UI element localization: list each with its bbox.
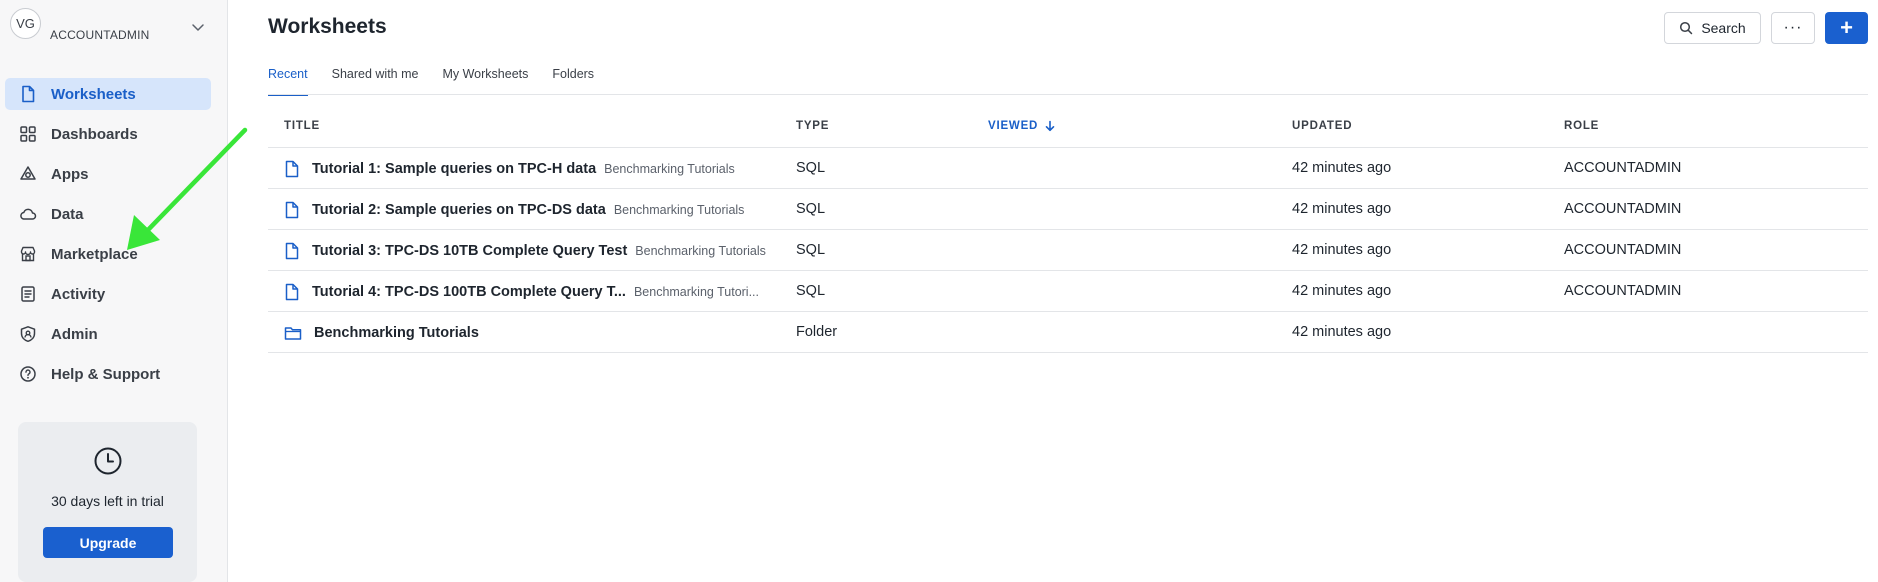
table-row[interactable]: Benchmarking Tutorials Folder 42 minutes… bbox=[268, 312, 1868, 353]
column-header-viewed[interactable]: VIEWED bbox=[988, 120, 1056, 132]
search-button-label: Search bbox=[1701, 20, 1746, 36]
column-header-updated[interactable]: UPDATED bbox=[1292, 120, 1352, 132]
column-header-type[interactable]: TYPE bbox=[796, 120, 829, 132]
sidebar-item-marketplace[interactable]: Marketplace bbox=[5, 238, 211, 270]
activity-icon bbox=[19, 285, 37, 303]
updated-cell: 42 minutes ago bbox=[1292, 160, 1392, 176]
role-cell: ACCOUNTADMIN bbox=[1564, 242, 1682, 258]
more-options-button[interactable]: ··· bbox=[1771, 12, 1815, 44]
type-cell: SQL bbox=[796, 160, 826, 176]
storefront-icon bbox=[19, 245, 37, 263]
table-row[interactable]: Tutorial 2: Sample queries on TPC-DS dat… bbox=[268, 189, 1868, 230]
type-cell: SQL bbox=[796, 283, 826, 299]
sidebar-nav: Worksheets Dashboards Apps Data Marketpl… bbox=[5, 78, 211, 398]
trial-days-left: 30 days left in trial bbox=[51, 493, 164, 509]
grid-icon bbox=[19, 125, 37, 143]
sidebar-item-worksheets[interactable]: Worksheets bbox=[5, 78, 211, 110]
sidebar-item-label: Dashboards bbox=[51, 125, 138, 143]
worksheet-title-cell[interactable]: Tutorial 4: TPC-DS 100TB Complete Query … bbox=[284, 283, 759, 301]
folder-icon bbox=[284, 327, 302, 340]
sidebar-item-label: Admin bbox=[51, 325, 98, 343]
column-header-viewed-label: VIEWED bbox=[988, 120, 1039, 132]
divider bbox=[268, 94, 1868, 95]
clock-icon bbox=[94, 447, 122, 475]
role-cell: ACCOUNTADMIN bbox=[1564, 201, 1682, 217]
help-icon bbox=[19, 365, 37, 383]
add-worksheet-button[interactable]: + bbox=[1825, 12, 1868, 44]
document-icon bbox=[19, 85, 37, 103]
folder-tag: Benchmarking Tutorials bbox=[635, 244, 766, 258]
chevron-down-icon[interactable] bbox=[190, 19, 206, 35]
sidebar-item-label: Apps bbox=[51, 165, 89, 183]
updated-cell: 42 minutes ago bbox=[1292, 324, 1392, 340]
updated-cell: 42 minutes ago bbox=[1292, 201, 1392, 217]
account-switcher[interactable]: VG ACCOUNTADMIN bbox=[10, 8, 210, 48]
sort-desc-icon bbox=[1045, 120, 1055, 132]
worksheet-icon bbox=[285, 242, 299, 260]
folder-title-cell[interactable]: Benchmarking Tutorials bbox=[284, 324, 479, 342]
column-header-role[interactable]: ROLE bbox=[1564, 120, 1599, 132]
shield-icon bbox=[19, 325, 37, 343]
sidebar-item-help-support[interactable]: Help & Support bbox=[5, 358, 211, 390]
search-button[interactable]: Search bbox=[1664, 12, 1761, 44]
sidebar: VG ACCOUNTADMIN Worksheets Dashboards Ap… bbox=[0, 0, 228, 582]
worksheet-title[interactable]: Tutorial 3: TPC-DS 10TB Complete Query T… bbox=[312, 243, 627, 259]
account-role: ACCOUNTADMIN bbox=[50, 28, 150, 42]
apps-icon bbox=[19, 165, 37, 183]
worksheet-title-cell[interactable]: Tutorial 1: Sample queries on TPC-H data… bbox=[284, 160, 735, 178]
folder-title[interactable]: Benchmarking Tutorials bbox=[314, 325, 479, 341]
sidebar-item-label: Activity bbox=[51, 285, 106, 303]
avatar[interactable]: VG bbox=[10, 8, 41, 39]
worksheet-title[interactable]: Tutorial 4: TPC-DS 100TB Complete Query … bbox=[312, 284, 626, 300]
worksheet-title[interactable]: Tutorial 2: Sample queries on TPC-DS dat… bbox=[312, 202, 606, 218]
search-icon bbox=[1680, 21, 1693, 35]
tab-shared-with-me[interactable]: Shared with me bbox=[332, 66, 419, 96]
tab-my-worksheets[interactable]: My Worksheets bbox=[442, 66, 528, 96]
tab-bar: Recent Shared with me My Worksheets Fold… bbox=[268, 66, 594, 96]
page-title: Worksheets bbox=[268, 15, 387, 38]
tab-folders[interactable]: Folders bbox=[552, 66, 594, 96]
sidebar-item-label: Help & Support bbox=[51, 365, 161, 383]
updated-cell: 42 minutes ago bbox=[1292, 242, 1392, 258]
sidebar-item-label: Marketplace bbox=[51, 245, 138, 263]
table-row[interactable]: Tutorial 3: TPC-DS 10TB Complete Query T… bbox=[268, 230, 1868, 271]
folder-tag: Benchmarking Tutori... bbox=[633, 285, 760, 299]
role-cell: ACCOUNTADMIN bbox=[1564, 160, 1682, 176]
role-cell: ACCOUNTADMIN bbox=[1564, 283, 1682, 299]
worksheet-icon bbox=[285, 283, 299, 301]
main-content: Worksheets Search ··· + Recent Shared wi… bbox=[228, 0, 1878, 582]
sidebar-item-label: Data bbox=[51, 205, 84, 223]
worksheets-table: TITLE TYPE VIEWED UPDATED ROLE Tutorial … bbox=[268, 108, 1868, 353]
trial-card: 30 days left in trial Upgrade bbox=[18, 422, 197, 582]
sidebar-item-label: Worksheets bbox=[51, 85, 136, 103]
sidebar-item-data[interactable]: Data bbox=[5, 198, 211, 230]
worksheet-icon bbox=[285, 160, 299, 178]
type-cell: SQL bbox=[796, 242, 826, 258]
folder-tag: Benchmarking Tutorials bbox=[604, 162, 735, 176]
folder-tag: Benchmarking Tutorials bbox=[613, 203, 745, 217]
upgrade-button[interactable]: Upgrade bbox=[43, 527, 173, 558]
worksheet-title-cell[interactable]: Tutorial 2: Sample queries on TPC-DS dat… bbox=[284, 201, 744, 219]
tab-recent[interactable]: Recent bbox=[268, 66, 308, 96]
cloud-icon bbox=[19, 205, 37, 223]
table-row[interactable]: Tutorial 1: Sample queries on TPC-H data… bbox=[268, 148, 1868, 189]
worksheet-icon bbox=[285, 201, 299, 219]
sidebar-item-activity[interactable]: Activity bbox=[5, 278, 211, 310]
sidebar-item-admin[interactable]: Admin bbox=[5, 318, 211, 350]
worksheet-title[interactable]: Tutorial 1: Sample queries on TPC-H data bbox=[312, 161, 596, 177]
type-cell: Folder bbox=[796, 324, 838, 340]
header-actions: Search ··· + bbox=[1664, 12, 1868, 44]
table-row[interactable]: Tutorial 4: TPC-DS 100TB Complete Query … bbox=[268, 271, 1868, 312]
worksheet-title-cell[interactable]: Tutorial 3: TPC-DS 10TB Complete Query T… bbox=[284, 242, 766, 260]
updated-cell: 42 minutes ago bbox=[1292, 283, 1392, 299]
sidebar-item-apps[interactable]: Apps bbox=[5, 158, 211, 190]
column-header-title[interactable]: TITLE bbox=[284, 120, 320, 132]
table-header: TITLE TYPE VIEWED UPDATED ROLE bbox=[268, 108, 1868, 148]
type-cell: SQL bbox=[796, 201, 826, 217]
sidebar-item-dashboards[interactable]: Dashboards bbox=[5, 118, 211, 150]
